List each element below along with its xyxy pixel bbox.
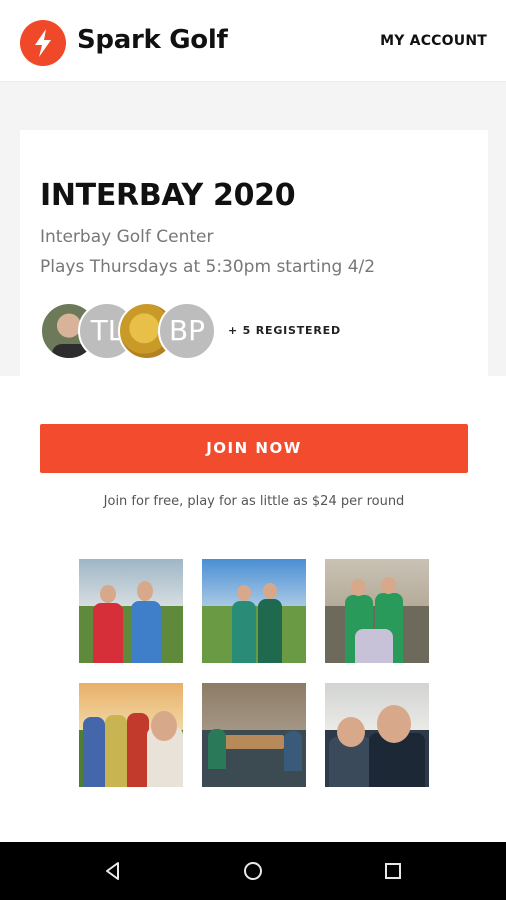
join-now-button[interactable]: JOIN NOW [40,424,468,473]
recents-icon[interactable] [383,861,403,881]
avatar: BP [158,302,216,360]
gallery-photo[interactable] [325,559,429,663]
system-navigation-bar [0,842,506,900]
league-venue: Interbay Golf Center [40,227,214,247]
photo-gallery [79,559,429,787]
league-title: INTERBAY 2020 [40,178,296,213]
spark-logo-icon[interactable] [20,20,66,66]
app-header: Spark Golf MY ACCOUNT [0,0,506,82]
gallery-photo[interactable] [79,559,183,663]
gallery-photo[interactable] [79,683,183,787]
gallery-photo[interactable] [202,683,306,787]
my-account-link[interactable]: MY ACCOUNT [380,33,487,49]
back-icon[interactable] [103,861,123,881]
home-icon[interactable] [243,861,263,881]
gallery-photo[interactable] [325,683,429,787]
league-card: INTERBAY 2020 Interbay Golf Center Plays… [20,130,488,842]
registered-players[interactable]: TL BP + 5 REGISTERED [40,302,470,360]
pricing-tagline: Join for free, play for as little as $24… [103,494,405,509]
registered-count: + 5 REGISTERED [228,324,341,337]
brand-name[interactable]: Spark Golf [77,25,228,55]
league-schedule: Plays Thursdays at 5:30pm starting 4/2 [40,257,376,277]
gallery-photo[interactable] [202,559,306,663]
